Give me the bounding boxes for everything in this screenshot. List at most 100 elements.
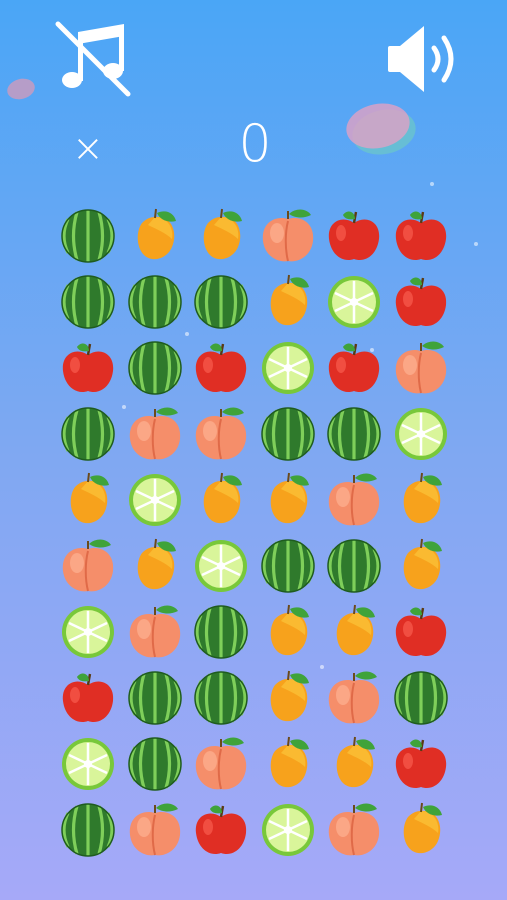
fruit-cell[interactable]	[188, 731, 254, 797]
fruit-cell[interactable]	[255, 203, 321, 269]
fruit-cell[interactable]	[321, 797, 387, 863]
peach-icon	[129, 407, 180, 460]
mango-icon	[336, 604, 375, 656]
fruit-cell[interactable]	[321, 401, 387, 467]
lime-icon	[261, 342, 314, 394]
fruit-cell[interactable]	[188, 665, 254, 731]
mango-icon	[270, 604, 309, 656]
peach-icon	[195, 737, 247, 790]
fruit-cell[interactable]	[388, 665, 454, 731]
sparkle-decoration	[430, 182, 434, 186]
watermelon-icon	[260, 539, 315, 593]
fruit-cell[interactable]	[55, 335, 121, 401]
fruit-cell[interactable]	[188, 533, 254, 599]
fruit-cell[interactable]	[321, 665, 387, 731]
mango-icon	[270, 472, 309, 524]
fruit-cell[interactable]	[122, 533, 188, 599]
fruit-cell[interactable]	[321, 269, 387, 335]
fruit-cell[interactable]	[321, 533, 387, 599]
apple-icon	[195, 343, 247, 393]
fruit-cell[interactable]	[55, 665, 121, 731]
mango-icon	[137, 538, 176, 590]
fruit-cell[interactable]	[55, 731, 121, 797]
fruit-cell[interactable]	[321, 467, 387, 533]
mango-icon	[270, 736, 309, 788]
fruit-cell[interactable]	[122, 203, 188, 269]
apple-icon	[62, 343, 114, 393]
fruit-cell[interactable]	[122, 731, 188, 797]
fruit-cell[interactable]	[388, 599, 454, 665]
watermelon-icon	[327, 407, 381, 461]
watermelon-icon	[127, 341, 182, 395]
floating-peach-decoration	[346, 103, 416, 155]
fruit-cell[interactable]	[122, 269, 188, 335]
fruit-cell[interactable]	[188, 467, 254, 533]
fruit-cell[interactable]	[255, 335, 321, 401]
fruit-cell[interactable]	[321, 599, 387, 665]
fruit-cell[interactable]	[55, 599, 121, 665]
speaker-on-icon	[388, 26, 454, 92]
fruit-cell[interactable]	[55, 467, 121, 533]
fruit-cell[interactable]	[255, 533, 321, 599]
fruit-cell[interactable]	[255, 401, 321, 467]
fruit-cell[interactable]	[122, 599, 188, 665]
fruit-cell[interactable]	[255, 269, 321, 335]
fruit-cell[interactable]	[122, 797, 188, 863]
peach-icon	[62, 539, 114, 592]
fruit-cell[interactable]	[122, 467, 188, 533]
fruit-cell[interactable]	[188, 599, 254, 665]
music-toggle-button[interactable]	[52, 18, 132, 98]
watermelon-icon	[61, 407, 115, 461]
fruit-cell[interactable]	[388, 401, 454, 467]
watermelon-icon	[127, 275, 182, 329]
fruit-cell[interactable]	[255, 467, 321, 533]
fruit-cell[interactable]	[188, 269, 254, 335]
fruit-cell[interactable]	[388, 533, 454, 599]
fruit-cell[interactable]	[321, 203, 387, 269]
fruit-cell[interactable]	[388, 731, 454, 797]
fruit-cell[interactable]	[55, 269, 121, 335]
fruit-cell[interactable]	[122, 665, 188, 731]
fruit-cell[interactable]	[122, 335, 188, 401]
mango-icon	[403, 802, 442, 854]
fruit-cell[interactable]	[255, 797, 321, 863]
peach-icon	[395, 341, 446, 394]
fruit-cell[interactable]	[321, 335, 387, 401]
watermelon-icon	[194, 605, 248, 659]
fruit-cell[interactable]	[55, 203, 121, 269]
sparkle-decoration	[474, 242, 478, 246]
fruit-grid-board	[55, 203, 455, 863]
fruit-cell[interactable]	[188, 797, 254, 863]
lime-icon	[128, 474, 181, 526]
peach-icon	[328, 473, 380, 526]
fruit-cell[interactable]	[321, 731, 387, 797]
fruit-cell[interactable]	[188, 401, 254, 467]
fruit-cell[interactable]	[255, 665, 321, 731]
mango-icon	[70, 472, 109, 524]
watermelon-icon	[194, 671, 248, 725]
floating-fruit-decoration	[7, 78, 35, 100]
fruit-cell[interactable]	[388, 203, 454, 269]
fruit-cell[interactable]	[255, 731, 321, 797]
fruit-cell[interactable]	[388, 797, 454, 863]
fruit-cell[interactable]	[388, 335, 454, 401]
mango-icon	[336, 736, 375, 788]
score-display: 0	[238, 114, 272, 174]
mango-icon	[203, 472, 242, 524]
fruit-cell[interactable]	[388, 269, 454, 335]
watermelon-icon	[127, 737, 182, 791]
watermelon-icon	[61, 209, 115, 263]
fruit-cell[interactable]	[55, 401, 121, 467]
peach-icon	[129, 803, 180, 856]
fruit-cell[interactable]	[255, 599, 321, 665]
fruit-cell[interactable]	[188, 335, 254, 401]
sound-toggle-button[interactable]	[380, 20, 460, 100]
fruit-cell[interactable]	[122, 401, 188, 467]
music-off-icon	[55, 21, 131, 97]
mango-icon	[270, 670, 309, 722]
fruit-cell[interactable]	[388, 467, 454, 533]
fruit-cell[interactable]	[55, 533, 121, 599]
fruit-cell[interactable]	[188, 203, 254, 269]
fruit-cell[interactable]	[55, 797, 121, 863]
mango-icon	[137, 208, 176, 260]
